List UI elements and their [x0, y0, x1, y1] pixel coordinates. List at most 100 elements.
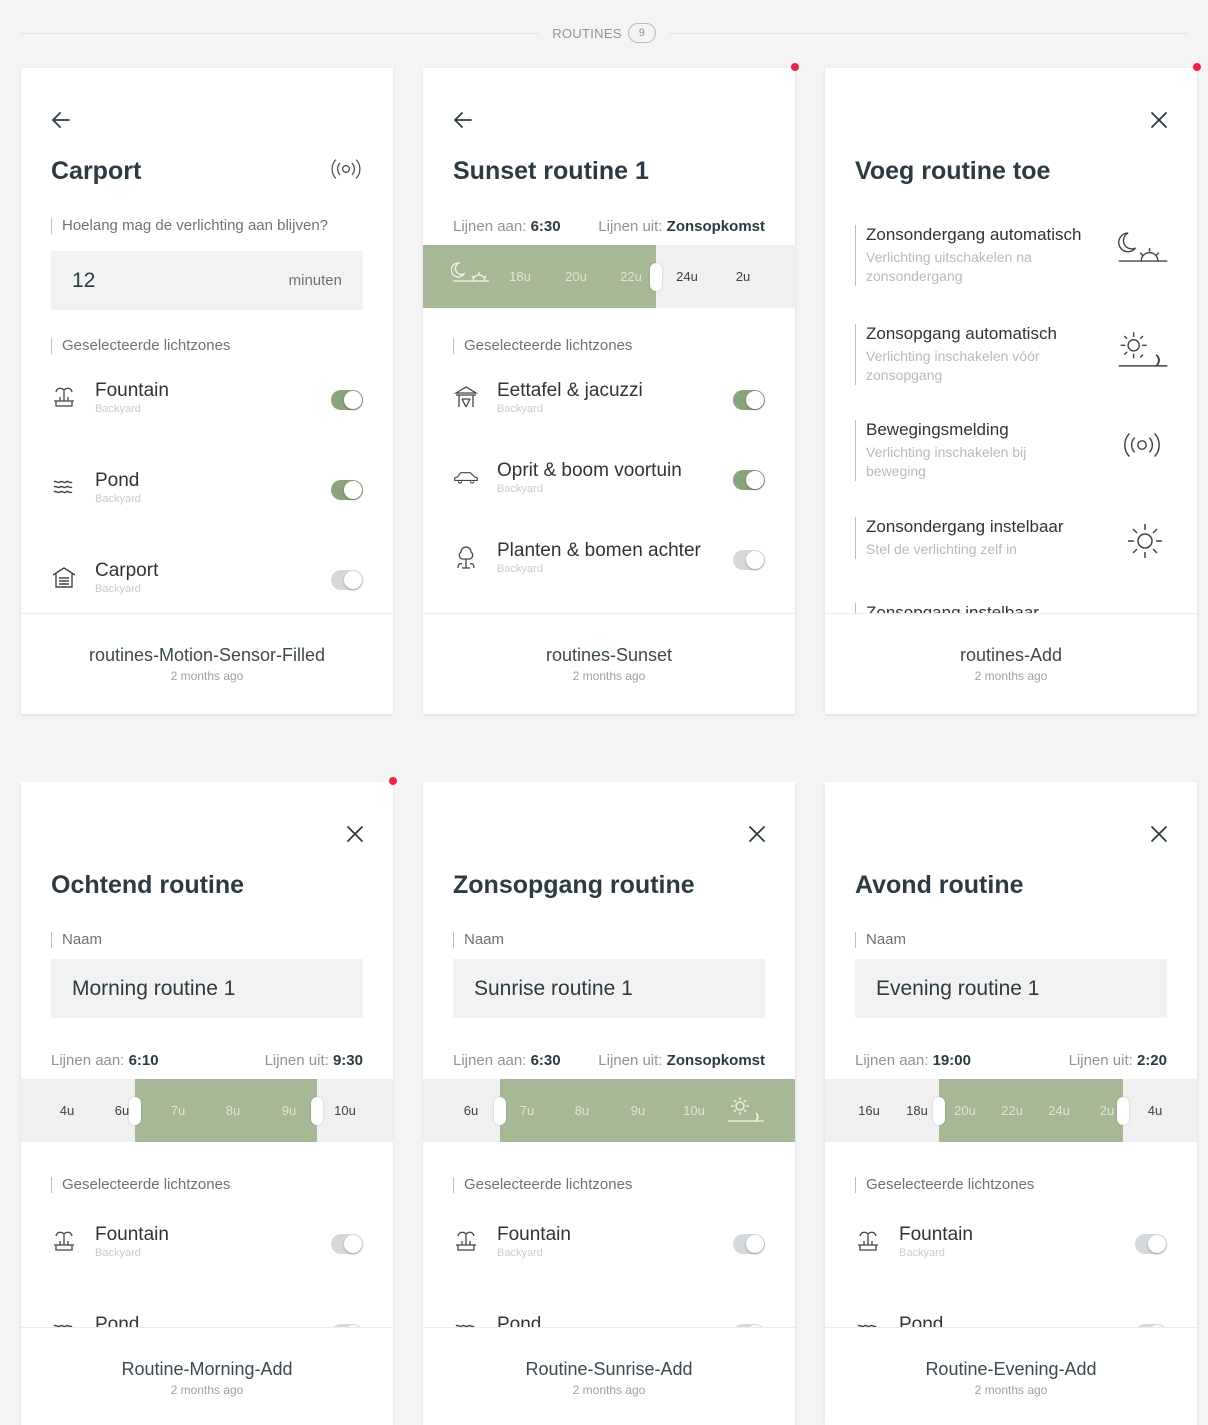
card-routine-evening-add[interactable]: Avond routine Naam Evening routine 1 Lij…	[825, 782, 1197, 1425]
carport-icon	[51, 564, 77, 590]
slider-handle-end[interactable]	[1117, 1097, 1129, 1125]
slider-handle-start[interactable]	[933, 1097, 945, 1125]
time-range-slider[interactable]: 18u 20u 22u 24u 2u	[423, 245, 795, 308]
time-range-slider[interactable]: 6u 7u 8u 9u 10u	[423, 1079, 795, 1142]
name-label: Naam	[453, 932, 504, 948]
zone-toggle[interactable]	[331, 570, 363, 590]
card-routines-motion-sensor-filled[interactable]: Carport Hoelang mag de verlichting aan b…	[21, 68, 393, 714]
time-tick: 4u	[59, 1103, 75, 1118]
duration-value: 12	[72, 268, 96, 292]
zone-name: Pond	[497, 1314, 542, 1327]
option-sunrise-custom[interactable]: Zonsopgang instelbaar	[855, 603, 1171, 613]
lights-on-time: Lijnen aan: 19:00	[855, 1052, 971, 1069]
pond-icon	[453, 1318, 479, 1327]
option-motion[interactable]: Bewegingsmelding Verlichting inschakelen…	[855, 420, 1171, 481]
schedule-times: Lijnen aan: 19:00 Lijnen uit: 2:20	[855, 1052, 1167, 1069]
name-label: Naam	[51, 932, 102, 948]
routine-name-input[interactable]: Sunrise routine 1	[453, 959, 765, 1018]
close-icon[interactable]	[1147, 108, 1171, 132]
time-tick: 8u	[225, 1103, 241, 1118]
time-tick: 10u	[683, 1103, 705, 1118]
time-tick: 7u	[170, 1103, 186, 1118]
fountain-icon	[855, 1228, 881, 1254]
option-sunset-auto[interactable]: Zonsondergang automatisch Verlichting ui…	[855, 225, 1171, 286]
card-footer: routines-Motion-Sensor-Filled 2 months a…	[21, 613, 393, 714]
screen-title: Sunset routine 1	[453, 157, 649, 185]
card-footer: Routine-Morning-Add 2 months ago	[21, 1327, 393, 1425]
routine-name-value: Sunrise routine 1	[474, 976, 633, 1000]
zone-location: Backyard	[95, 1247, 141, 1259]
slider-handle-start[interactable]	[494, 1097, 506, 1125]
card-routines-add[interactable]: Voeg routine toe Zonsondergang automatis…	[825, 68, 1197, 714]
zone-location: Backyard	[899, 1247, 945, 1259]
card-name[interactable]: routines-Sunset	[423, 645, 795, 666]
card-name[interactable]: routines-Add	[825, 645, 1197, 666]
card-date: 2 months ago	[974, 669, 1048, 683]
schedule-times: Lijnen aan: 6:30 Lijnen uit: Zonsopkomst	[453, 218, 765, 235]
routine-name-input[interactable]: Morning routine 1	[51, 959, 363, 1018]
zone-item-fountain: Fountain Backyard	[51, 1224, 363, 1264]
option-description: Verlichting inschakelen vóór zonsopgang	[866, 348, 1040, 383]
time-tick: 2u	[1099, 1103, 1115, 1118]
option-text: Zonsopgang instelbaar	[855, 603, 1171, 613]
zone-item-planten-bomen: Planten & bomen achter Backyard	[453, 540, 765, 580]
time-tick: 24u	[676, 269, 698, 284]
zone-toggle[interactable]	[331, 480, 363, 500]
option-sunrise-auto[interactable]: Zonsopgang automatisch Verlichting insch…	[855, 324, 1171, 385]
time-range-slider[interactable]: 4u 6u 7u 8u 9u 10u	[21, 1079, 393, 1142]
card-footer: Routine-Sunrise-Add 2 months ago	[423, 1327, 795, 1425]
time-range-slider[interactable]: 16u 18u 20u 22u 24u 2u 4u	[825, 1079, 1197, 1142]
option-description: Verlichting uitschakelen na zonsondergan…	[866, 249, 1032, 284]
zone-name: Carport	[95, 560, 159, 581]
card-name[interactable]: Routine-Evening-Add	[825, 1359, 1197, 1380]
card-routine-sunrise-add[interactable]: Zonsopgang routine Naam Sunrise routine …	[423, 782, 795, 1425]
screen-title: Avond routine	[855, 871, 1024, 899]
zone-toggle[interactable]	[733, 550, 765, 570]
duration-input[interactable]: 12 minuten	[51, 251, 363, 310]
card-routine-morning-add[interactable]: Ochtend routine Naam Morning routine 1 L…	[21, 782, 393, 1425]
zone-name: Eettafel & jacuzzi	[497, 380, 643, 401]
card-name[interactable]: Routine-Sunrise-Add	[423, 1359, 795, 1380]
lights-off-time: Lijnen uit: 2:20	[1068, 1052, 1167, 1069]
time-tick: 22u	[1001, 1103, 1023, 1118]
card-routines-sunset[interactable]: Sunset routine 1 Lijnen aan: 6:30 Lijnen…	[423, 68, 795, 714]
zone-toggle[interactable]	[331, 1234, 363, 1254]
card-name[interactable]: routines-Motion-Sensor-Filled	[21, 645, 393, 666]
slider-handle-end[interactable]	[311, 1097, 323, 1125]
duration-unit: minuten	[288, 272, 342, 289]
option-description: Stel de verlichting zelf in	[866, 541, 1017, 557]
close-icon[interactable]	[1147, 822, 1171, 846]
slider-handle-end[interactable]	[650, 263, 662, 291]
lights-off-time: Lijnen uit: Zonsopkomst	[598, 218, 765, 235]
slider-handle-start[interactable]	[129, 1097, 141, 1125]
zones-label: Geselecteerde lichtzones	[51, 1177, 230, 1193]
card-name[interactable]: Routine-Morning-Add	[21, 1359, 393, 1380]
zone-toggle[interactable]	[331, 390, 363, 410]
card-date: 2 months ago	[572, 1383, 646, 1397]
zone-item-pond: Pond Backyard	[51, 470, 363, 510]
close-icon[interactable]	[343, 822, 367, 846]
fountain-icon	[51, 384, 77, 410]
arrow-left-icon[interactable]	[451, 108, 475, 132]
zone-name: Fountain	[95, 1224, 169, 1245]
zone-toggle[interactable]	[733, 470, 765, 490]
schedule-times: Lijnen aan: 6:30 Lijnen uit: Zonsopkomst	[453, 1052, 765, 1069]
arrow-left-icon[interactable]	[49, 108, 73, 132]
close-icon[interactable]	[745, 822, 769, 846]
routine-name-input[interactable]: Evening routine 1	[855, 959, 1167, 1018]
option-sunset-custom[interactable]: Zonsondergang instelbaar Stel de verlich…	[855, 517, 1171, 559]
name-label: Naam	[855, 932, 906, 948]
card-date: 2 months ago	[572, 669, 646, 683]
zone-name: Fountain	[95, 380, 169, 401]
lights-on-time: Lijnen aan: 6:10	[51, 1052, 159, 1069]
time-tick: 7u	[519, 1103, 535, 1118]
zone-toggle[interactable]	[733, 390, 765, 410]
zone-location: Backyard	[95, 493, 141, 505]
card-footer: routines-Add 2 months ago	[825, 613, 1197, 714]
time-tick: 20u	[565, 269, 587, 284]
zone-item-fountain: Fountain Backyard	[51, 380, 363, 420]
card-date: 2 months ago	[170, 1383, 244, 1397]
zone-toggle[interactable]	[733, 1234, 765, 1254]
zone-toggle[interactable]	[1135, 1234, 1167, 1254]
time-tick: 22u	[620, 269, 642, 284]
